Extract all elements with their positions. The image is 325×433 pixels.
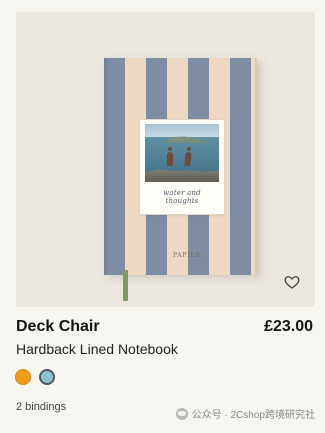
binding-count: 2 bindings	[16, 401, 67, 413]
product-image-panel[interactable]: water and thoughts PAPIER	[16, 12, 315, 307]
distant-hill	[165, 136, 209, 143]
jumping-person-right	[184, 151, 192, 167]
bookmark-ribbon	[123, 270, 128, 301]
wechat-icon	[175, 407, 188, 420]
watermark: 公众号 · 2Cshop跨境研究社	[175, 406, 315, 421]
watermark-text: 公众号 · 2Cshop跨境研究社	[191, 410, 315, 421]
swatch-orange[interactable]	[15, 369, 31, 385]
product-title[interactable]: Deck Chair	[16, 318, 100, 336]
cover-photo-image	[145, 124, 219, 182]
favorite-button[interactable]	[281, 273, 303, 295]
cover-photo-card: water and thoughts	[139, 119, 225, 215]
notebook-spine-shadow	[104, 58, 107, 275]
rock-ledge	[145, 169, 219, 182]
photo-caption: water and thoughts	[163, 189, 201, 205]
swatch-blue-selected[interactable]	[39, 369, 55, 385]
jumping-person-left	[167, 147, 173, 166]
heart-outline-icon	[283, 273, 301, 296]
product-price: £23.00	[264, 318, 313, 335]
swatch-group	[15, 369, 55, 385]
product-card[interactable]: water and thoughts PAPIER Deck Chair £23…	[0, 0, 325, 433]
cover-brand-mark: PAPIER	[173, 252, 201, 259]
product-subtitle[interactable]: Hardback Lined Notebook	[16, 341, 178, 357]
